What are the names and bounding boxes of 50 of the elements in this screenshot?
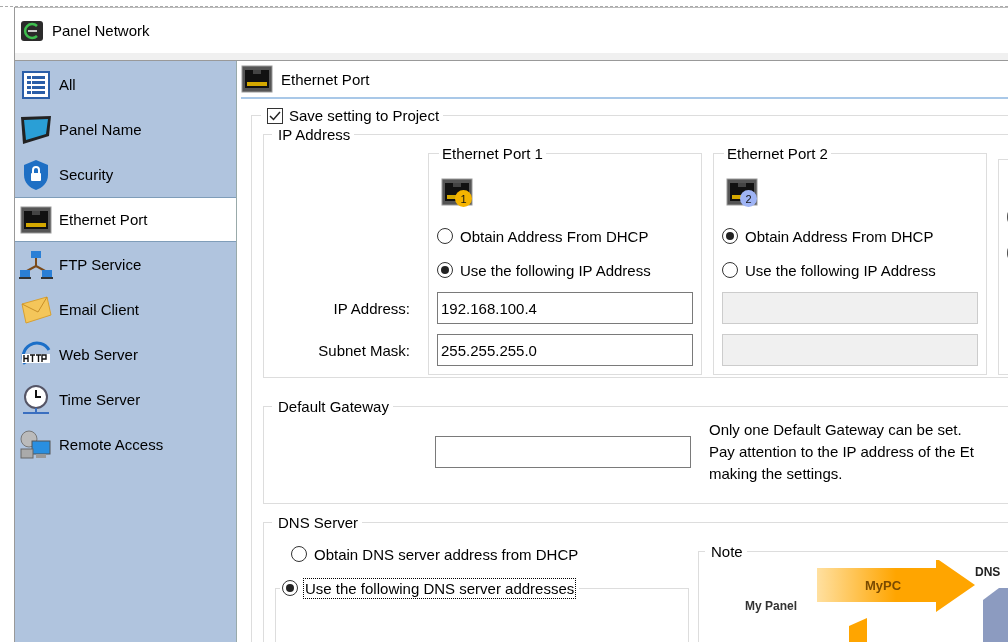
server-drawing	[983, 588, 1008, 642]
checkbox-label[interactable]: Save setting to Project	[289, 107, 440, 124]
field-label: Subnet Mask:	[318, 340, 411, 361]
group-title: Ethernet Port 1	[441, 145, 544, 162]
diagram-label: DNS	[975, 565, 1001, 579]
radio-button[interactable]	[282, 580, 298, 596]
ip-input-field[interactable]: 255.255.255.0	[437, 334, 693, 366]
sidebar-item[interactable]: Time Server	[15, 377, 236, 422]
list-icon	[21, 69, 51, 100]
gateway-input-field[interactable]	[435, 436, 691, 468]
sidebar-item[interactable]: Email Client	[15, 287, 236, 332]
monitor-icon	[19, 113, 53, 146]
note-text: Pay attention to the IP address of the Et	[709, 442, 974, 462]
shield-icon	[21, 158, 51, 191]
diagram-label: My Panel	[745, 599, 798, 613]
group-title: Default Gateway	[277, 398, 390, 415]
sidebar-item[interactable]: FTP Service	[15, 242, 236, 287]
field-label: IP Address:	[333, 298, 411, 319]
group-title: Note	[710, 543, 744, 560]
radio-button[interactable]	[437, 262, 453, 278]
radio-button[interactable]	[437, 228, 453, 244]
radio-label[interactable]: Obtain DNS server address from DHCP	[313, 544, 580, 564]
sidebar-item[interactable]: Remote Access	[15, 422, 236, 467]
ethernet-port-icon	[20, 205, 52, 234]
checkbox[interactable]	[267, 107, 283, 124]
window-title: Panel Network	[52, 22, 150, 39]
sidebar-item[interactable]: Panel Name	[15, 107, 236, 152]
group-title: IP Address	[277, 126, 352, 143]
clock-icon	[20, 383, 52, 416]
sidebar-item[interactable]: Ethernet Port	[15, 197, 236, 242]
remote-computers-icon	[19, 428, 53, 461]
sidebar-item[interactable]: All	[15, 62, 236, 107]
note-text: Only one Default Gateway can be set.	[709, 420, 963, 440]
radio-label[interactable]: Use the following IP Address	[459, 260, 652, 280]
app-logo-icon	[20, 19, 44, 42]
arrow-drawing	[849, 618, 867, 642]
radio-button[interactable]	[291, 546, 307, 562]
envelope-icon	[19, 294, 53, 325]
network-icon	[19, 249, 53, 280]
section-title: Ethernet Port	[281, 70, 370, 88]
sidebar-item[interactable]: Security	[15, 152, 236, 197]
note-text: making the settings.	[709, 464, 844, 484]
diagram-label: MyPC	[865, 578, 902, 593]
group-title: Ethernet Port 2	[726, 145, 829, 162]
group-title: DNS Server	[277, 514, 360, 531]
sidebar-item[interactable]: Web Server	[15, 332, 236, 377]
ip-input-field[interactable]: 192.168.100.4	[437, 292, 693, 324]
ethernet-port-icon	[241, 65, 273, 93]
radio-label[interactable]: Obtain Address From DHCP	[459, 226, 650, 246]
radio-label[interactable]: Use the following DNS server addresses	[304, 578, 576, 598]
